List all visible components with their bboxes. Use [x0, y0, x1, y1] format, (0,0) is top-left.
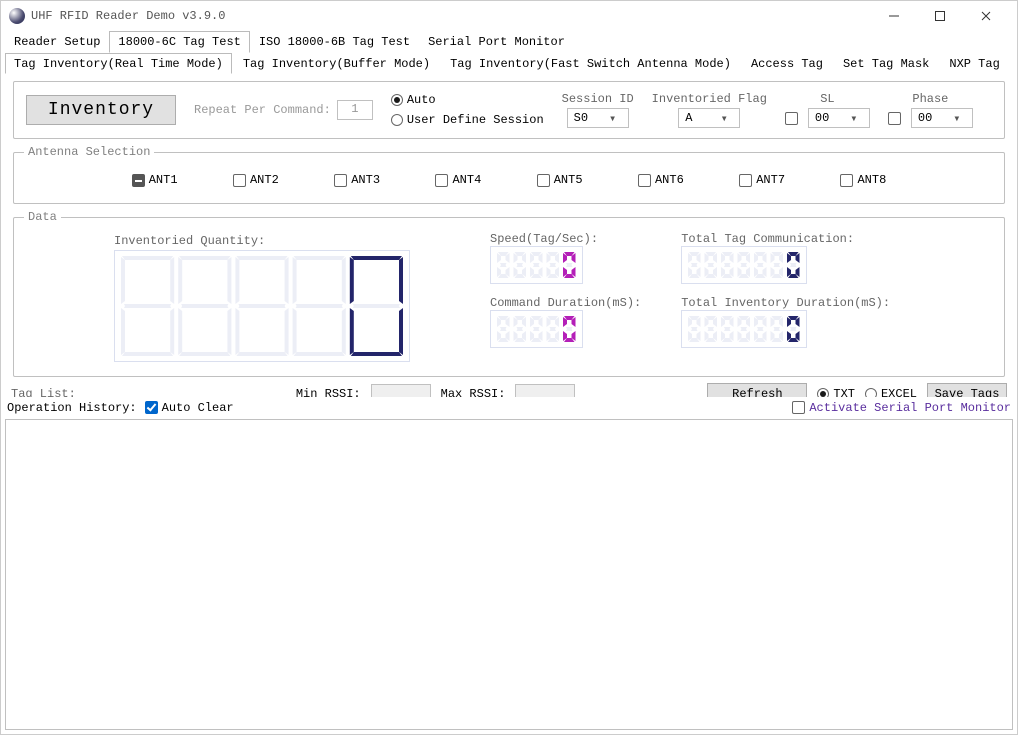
session-id-combo[interactable]: S0▾ [567, 108, 629, 128]
phase-label: Phase [912, 92, 948, 106]
antenna-check-6[interactable]: ANT6 [638, 173, 684, 187]
window-title: UHF RFID Reader Demo v3.9.0 [31, 9, 871, 23]
ophist-label: Operation History: [7, 401, 137, 415]
subtab-nxp[interactable]: NXP Tag [940, 53, 1008, 74]
phase-combo[interactable]: 00▾ [911, 108, 973, 128]
sl-check[interactable] [785, 112, 798, 125]
tab-18000-6c[interactable]: 18000-6C Tag Test [109, 31, 249, 53]
totalcomm-label: Total Tag Communication: [681, 232, 854, 246]
titlebar: UHF RFID Reader Demo v3.9.0 [1, 1, 1017, 31]
maximize-button[interactable] [917, 1, 963, 31]
cmddur-label: Command Duration(mS): [490, 296, 641, 310]
cmddur-display [490, 310, 641, 352]
close-button[interactable] [963, 1, 1009, 31]
minimize-button[interactable] [871, 1, 917, 31]
sl-label: SL [820, 92, 834, 106]
subtab-access[interactable]: Access Tag [742, 53, 832, 74]
activate-monitor-check[interactable] [792, 401, 805, 414]
inv-qty-display [114, 250, 410, 366]
radio-txt[interactable]: TXT [817, 387, 855, 397]
antenna-check-1[interactable]: ANT1 [132, 173, 178, 187]
antenna-check-3[interactable]: ANT3 [334, 173, 380, 187]
inv-qty-label: Inventoried Quantity: [114, 234, 410, 248]
data-legend: Data [24, 210, 61, 224]
session-id-label: Session ID [562, 92, 634, 106]
tab-reader-setup[interactable]: Reader Setup [5, 31, 109, 53]
antenna-check-4[interactable]: ANT4 [435, 173, 481, 187]
antenna-check-2[interactable]: ANT2 [233, 173, 279, 187]
antenna-row: ANT1 ANT2 ANT3 ANT4 ANT5 ANT6 ANT7 ANT8 [24, 167, 994, 193]
repeat-label: Repeat Per Command: [194, 103, 331, 117]
radio-excel[interactable]: EXCEL [865, 387, 917, 397]
subtab-fastswitch[interactable]: Tag Inventory(Fast Switch Antenna Mode) [441, 53, 740, 74]
sl-combo[interactable]: 00▾ [808, 108, 870, 128]
minrssi-input [371, 384, 431, 397]
speed-display [490, 246, 641, 288]
phase-check[interactable] [888, 112, 901, 125]
tab-serial-monitor[interactable]: Serial Port Monitor [419, 31, 574, 53]
antenna-check-7[interactable]: ANT7 [739, 173, 785, 187]
totinvdur-display [681, 310, 890, 352]
inventory-button[interactable]: Inventory [26, 95, 176, 125]
app-icon [9, 8, 25, 24]
maxrssi-input [515, 384, 575, 397]
activate-monitor-label: Activate Serial Port Monitor [809, 401, 1011, 415]
antenna-check-5[interactable]: ANT5 [537, 173, 583, 187]
minrssi-label: Min RSSI: [296, 387, 361, 397]
subtab-buffer[interactable]: Tag Inventory(Buffer Mode) [234, 53, 439, 74]
speed-label: Speed(Tag/Sec): [490, 232, 598, 246]
tab-18000-6b[interactable]: ISO 18000-6B Tag Test [250, 31, 419, 53]
antenna-check-8[interactable]: ANT8 [840, 173, 886, 187]
radio-user-session[interactable]: User Define Session [391, 113, 544, 127]
log-textarea[interactable] [5, 419, 1013, 731]
save-tags-button[interactable]: Save Tags [927, 383, 1007, 397]
sub-tabbar: Tag Inventory(Real Time Mode) Tag Invent… [1, 53, 1017, 75]
repeat-input[interactable]: 1 [337, 100, 373, 120]
totinvdur-label: Total Inventory Duration(mS): [681, 296, 890, 310]
radio-auto-session[interactable]: Auto [391, 93, 544, 107]
antenna-legend: Antenna Selection [24, 145, 154, 159]
subtab-mask[interactable]: Set Tag Mask [834, 53, 938, 74]
taglist-label: Tag List: [11, 387, 76, 397]
inv-flag-label: Inventoried Flag [652, 92, 767, 106]
autoclear-check[interactable]: Auto Clear [145, 401, 234, 415]
main-tabbar: Reader Setup 18000-6C Tag Test ISO 18000… [1, 31, 1017, 53]
totalcomm-display [681, 246, 890, 288]
subtab-realtime[interactable]: Tag Inventory(Real Time Mode) [5, 53, 232, 74]
inv-flag-combo[interactable]: A▾ [678, 108, 740, 128]
refresh-button[interactable]: Refresh [707, 383, 807, 397]
maxrssi-label: Max RSSI: [441, 387, 506, 397]
